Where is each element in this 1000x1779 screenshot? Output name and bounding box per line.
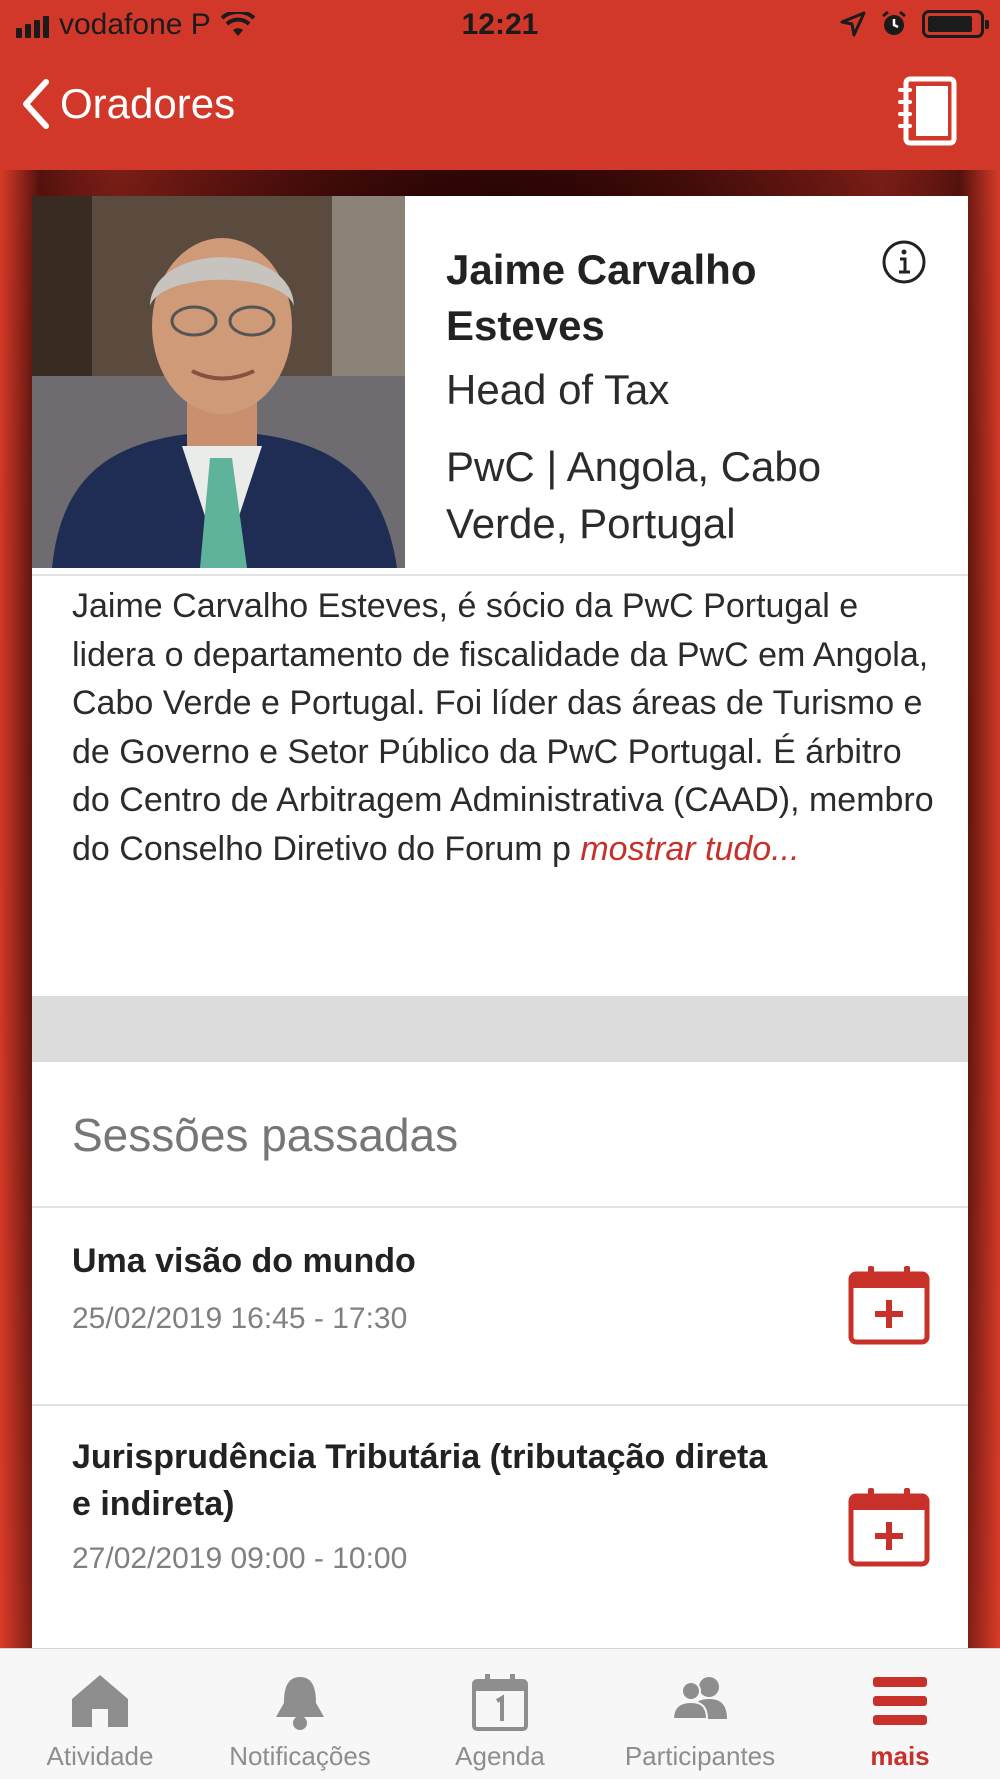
calendar-icon xyxy=(472,1674,528,1731)
session-time: 27/02/2019 09:00 - 10:00 xyxy=(72,1542,408,1575)
section-spacer xyxy=(32,996,968,1062)
info-icon[interactable] xyxy=(880,238,928,286)
tab-notificacoes[interactable]: Notificações xyxy=(200,1649,400,1779)
past-sessions-title: Sessões passadas xyxy=(72,1109,459,1161)
divider xyxy=(32,574,968,576)
tab-mais[interactable]: mais xyxy=(800,1649,1000,1779)
speaker-company: PwC | Angola, Cabo Verde, Portugal xyxy=(446,443,822,547)
speaker-bio: Jaime Carvalho Esteves, é sócio da PwC P… xyxy=(72,582,942,873)
status-right xyxy=(840,10,989,38)
tab-label: Atividade xyxy=(46,1741,154,1771)
alarm-icon xyxy=(882,10,906,35)
address-book-icon[interactable] xyxy=(896,76,960,146)
back-label: Oradores xyxy=(60,80,236,127)
speaker-name: Jaime Carvalho Esteves xyxy=(446,246,757,349)
speaker-role: Head of Tax xyxy=(446,366,670,413)
tab-agenda[interactable]: Agenda xyxy=(400,1649,600,1779)
session-item[interactable]: Uma visão do mundo 25/02/2019 16:45 - 17… xyxy=(32,1208,968,1404)
tab-label: Agenda xyxy=(455,1741,545,1771)
bio-text: Jaime Carvalho Esteves, é sócio da PwC P… xyxy=(72,587,934,868)
session-title: Jurisprudência Tributária (tributação di… xyxy=(72,1438,768,1523)
add-to-calendar-icon[interactable] xyxy=(848,1264,930,1346)
bell-icon xyxy=(276,1677,324,1730)
home-icon xyxy=(72,1675,128,1727)
location-icon xyxy=(840,11,866,37)
tab-label: Participantes xyxy=(624,1741,776,1771)
tab-label: mais xyxy=(870,1741,930,1771)
session-time: 25/02/2019 16:45 - 17:30 xyxy=(72,1302,408,1335)
show-more-link[interactable]: mostrar tudo... xyxy=(580,830,799,868)
battery-icon xyxy=(922,10,989,38)
add-to-calendar-icon[interactable] xyxy=(848,1486,930,1568)
menu-icon xyxy=(873,1677,927,1725)
tab-atividade[interactable]: Atividade xyxy=(0,1649,200,1779)
status-bar: vodafone P 12:21 xyxy=(0,0,1000,56)
speaker-card: Jaime Carvalho Esteves Head of Tax PwC |… xyxy=(32,196,968,1648)
people-icon xyxy=(671,1677,727,1720)
tab-bar: Atividade Notificações Agenda Participan… xyxy=(0,1648,1000,1779)
nav-bar: Oradores xyxy=(0,56,1000,170)
back-button[interactable]: Oradores xyxy=(20,78,235,130)
tab-label: Notificações xyxy=(229,1741,371,1771)
session-title: Uma visão do mundo xyxy=(72,1242,416,1280)
session-item[interactable]: Jurisprudência Tributária (tributação di… xyxy=(32,1406,968,1648)
chevron-left-icon xyxy=(23,79,49,129)
tab-participantes[interactable]: Participantes xyxy=(600,1649,800,1779)
speaker-photo xyxy=(32,196,405,568)
